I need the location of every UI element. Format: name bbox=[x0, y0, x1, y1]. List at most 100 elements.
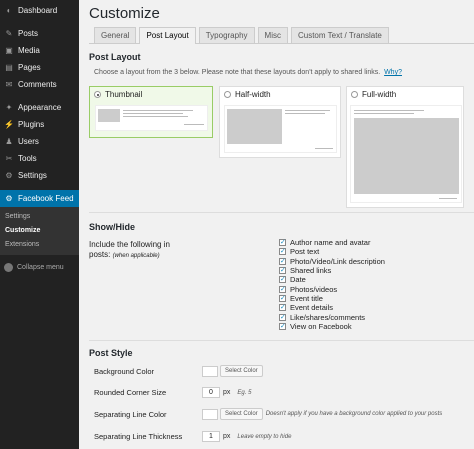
check-photos[interactable]: ✓ Photos/videos bbox=[279, 284, 385, 294]
checkbox[interactable]: ✓ bbox=[279, 276, 286, 284]
background-color-swatch[interactable] bbox=[202, 365, 218, 377]
check-label: Photo/Video/Link description bbox=[290, 256, 385, 266]
sidebar-item-tools[interactable]: ✂ Tools bbox=[0, 150, 79, 167]
check-label: Shared links bbox=[290, 266, 332, 276]
include-label-line1: Include the following in bbox=[89, 240, 170, 249]
separating-thickness-row: Separating Line Thickness 1 px Leave emp… bbox=[94, 431, 291, 442]
sidebar-item-pages[interactable]: ▤ Pages bbox=[0, 59, 79, 76]
background-color-label: Background Color bbox=[94, 366, 155, 376]
full-width-preview bbox=[350, 105, 462, 203]
corner-size-hint: Eg. 5 bbox=[237, 389, 252, 396]
sidebar-item-appearance[interactable]: ✦ Appearance bbox=[0, 99, 79, 116]
layout-desc-text: Choose a layout from the 3 below. Please… bbox=[94, 69, 381, 76]
post-style-heading: Post Style bbox=[89, 348, 133, 358]
check-author[interactable]: ✓ Author name and avatar bbox=[279, 238, 385, 247]
sidebar-item-label: Pages bbox=[18, 63, 41, 72]
check-likes[interactable]: ✓ Like/shares/comments bbox=[279, 312, 385, 322]
check-label: Post text bbox=[290, 247, 320, 257]
check-label: Like/shares/comments bbox=[290, 312, 366, 322]
sidebar-item-dashboard[interactable]: ◐ Dashboard bbox=[0, 2, 79, 19]
tab-misc[interactable]: Misc bbox=[257, 27, 288, 43]
sidebar-item-media[interactable]: ▣ Media bbox=[0, 42, 79, 59]
sidebar-item-label: Dashboard bbox=[18, 6, 58, 15]
full-width-radio[interactable] bbox=[351, 91, 358, 98]
submenu-customize[interactable]: Customize bbox=[0, 224, 79, 238]
layout-option-full-width[interactable]: Full-width bbox=[346, 86, 464, 208]
checkbox[interactable]: ✓ bbox=[279, 313, 286, 321]
check-label: Event title bbox=[290, 293, 323, 303]
separating-color-swatch[interactable] bbox=[202, 408, 218, 420]
checkbox[interactable]: ✓ bbox=[279, 285, 286, 293]
divider bbox=[89, 212, 474, 213]
layout-option-thumbnail[interactable]: Thumbnail bbox=[89, 86, 213, 138]
sidebar-item-facebook-feed[interactable]: ⚙ Facebook Feed bbox=[0, 190, 79, 207]
sidebar-item-users[interactable]: ♟ Users bbox=[0, 133, 79, 150]
check-post-text[interactable]: ✓ Post text bbox=[279, 247, 385, 256]
corner-size-row: Rounded Corner Size 0 px Eg. 5 bbox=[94, 387, 251, 398]
separating-color-row: Separating Line Color Select Color Doesn… bbox=[94, 408, 442, 420]
submenu-settings[interactable]: Settings bbox=[0, 210, 79, 224]
checkbox[interactable]: ✓ bbox=[279, 294, 286, 302]
sidebar-item-label: Users bbox=[18, 137, 39, 146]
checkbox[interactable]: ✓ bbox=[279, 257, 286, 265]
checkbox[interactable]: ✓ bbox=[279, 239, 286, 247]
corner-size-input[interactable]: 0 bbox=[202, 387, 220, 398]
sidebar-item-label: Facebook Feed bbox=[18, 194, 74, 203]
check-description[interactable]: ✓ Photo/Video/Link description bbox=[279, 257, 385, 266]
sidebar-item-label: Media bbox=[18, 46, 40, 55]
sidebar-item-settings[interactable]: ⚙ Settings bbox=[0, 167, 79, 184]
page-title: Customize bbox=[89, 5, 160, 22]
checkbox[interactable]: ✓ bbox=[279, 304, 286, 312]
sidebar-item-label: Tools bbox=[18, 154, 37, 163]
pin-icon: ✎ bbox=[5, 29, 13, 38]
checkbox[interactable]: ✓ bbox=[279, 248, 286, 256]
background-color-row: Background Color Select Color bbox=[94, 365, 263, 377]
separating-thickness-input[interactable]: 1 bbox=[202, 431, 220, 442]
tab-typography[interactable]: Typography bbox=[198, 27, 255, 43]
check-label: Date bbox=[290, 275, 306, 285]
sidebar-item-posts[interactable]: ✎ Posts bbox=[0, 25, 79, 42]
sidebar-item-label: Comments bbox=[18, 80, 57, 89]
tab-bar: General Post Layout Typography Misc Cust… bbox=[89, 27, 474, 44]
check-date[interactable]: ✓ Date bbox=[279, 275, 385, 284]
comments-icon: ✉ bbox=[5, 80, 13, 89]
background-select-color-button[interactable]: Select Color bbox=[220, 365, 263, 377]
option-label: Thumbnail bbox=[105, 90, 143, 99]
sidebar-item-label: Settings bbox=[18, 171, 47, 180]
tab-post-layout[interactable]: Post Layout bbox=[139, 27, 196, 44]
sidebar-item-comments[interactable]: ✉ Comments bbox=[0, 76, 79, 93]
separating-thickness-hint: Leave empty to hide bbox=[237, 433, 292, 440]
admin-sidebar: ◐ Dashboard ✎ Posts ▣ Media ▤ Pages ✉ Comment… bbox=[0, 0, 79, 449]
check-shared-links[interactable]: ✓ Shared links bbox=[279, 266, 385, 275]
thumbnail-radio[interactable] bbox=[94, 91, 101, 98]
sidebar-item-plugins[interactable]: ⚡ Plugins bbox=[0, 116, 79, 133]
submenu-extensions[interactable]: Extensions bbox=[0, 238, 79, 252]
show-hide-heading: Show/Hide bbox=[89, 222, 136, 232]
include-label: Include the following in posts: (when ap… bbox=[89, 240, 170, 261]
tab-general[interactable]: General bbox=[94, 27, 137, 43]
half-width-radio[interactable] bbox=[224, 91, 231, 98]
check-view-on-facebook[interactable]: ✓ View on Facebook bbox=[279, 322, 385, 331]
separating-select-color-button[interactable]: Select Color bbox=[220, 408, 263, 420]
users-icon: ♟ bbox=[5, 137, 13, 146]
checkbox[interactable]: ✓ bbox=[279, 267, 286, 275]
check-label: Author name and avatar bbox=[290, 238, 371, 248]
include-label-hint: (when applicable) bbox=[112, 253, 160, 259]
layout-options: Thumbnail Half-width Full-width bbox=[89, 86, 474, 208]
thumbnail-preview bbox=[95, 105, 208, 131]
facebook-feed-icon: ⚙ bbox=[5, 194, 13, 203]
sidebar-item-label: Plugins bbox=[18, 120, 45, 129]
check-event-details[interactable]: ✓ Event details bbox=[279, 303, 385, 312]
checkbox[interactable]: ✓ bbox=[279, 322, 286, 330]
check-event-title[interactable]: ✓ Event title bbox=[279, 294, 385, 303]
why-link[interactable]: Why? bbox=[384, 69, 402, 76]
collapse-menu-button[interactable]: Collapse menu bbox=[0, 259, 79, 275]
pages-icon: ▤ bbox=[5, 63, 13, 72]
option-label: Half-width bbox=[235, 90, 271, 99]
tab-custom-text[interactable]: Custom Text / Translate bbox=[290, 27, 389, 43]
check-label: Event details bbox=[290, 303, 333, 313]
collapse-label: Collapse menu bbox=[17, 263, 64, 271]
tools-icon: ✂ bbox=[5, 154, 13, 163]
layout-option-half-width[interactable]: Half-width bbox=[219, 86, 341, 158]
plugins-icon: ⚡ bbox=[4, 120, 14, 129]
